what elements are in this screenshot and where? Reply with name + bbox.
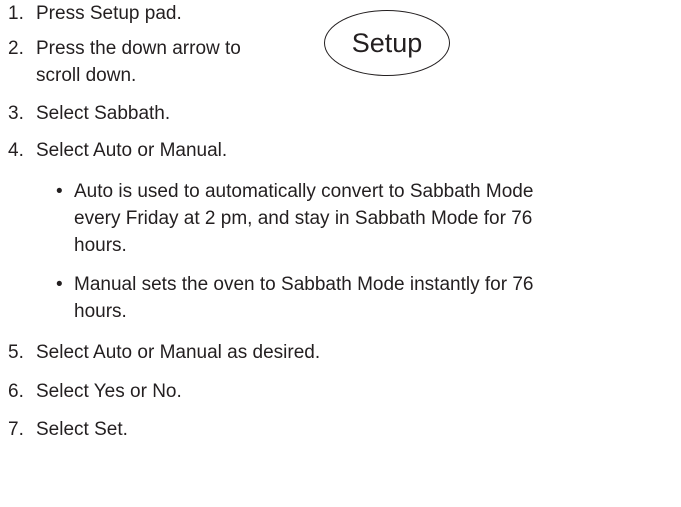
bullet-text: hours. (74, 301, 127, 322)
step-text: Press the down arrow to (36, 38, 241, 59)
step-number: 3. (8, 103, 24, 124)
step-number: 2. (8, 38, 24, 59)
bullet-text: Manual sets the oven to Sabbath Mode ins… (74, 274, 534, 295)
bullet-glyph: • (56, 181, 63, 202)
setup-pad-label: Setup (351, 27, 423, 58)
setup-pad-button: Setup (324, 10, 450, 76)
step-number: 1. (8, 3, 24, 24)
bullet-text: every Friday at 2 pm, and stay in Sabbat… (74, 208, 533, 229)
step-text: Press Setup pad. (36, 3, 182, 24)
bullet-text: Auto is used to automatically convert to… (74, 181, 534, 202)
step-text: scroll down. (36, 65, 137, 86)
step-text: Select Auto or Manual as desired. (36, 342, 321, 363)
step-number: 5. (8, 342, 24, 363)
step-text: Select Yes or No. (36, 381, 182, 402)
step-number: 7. (8, 419, 24, 440)
step-text: Select Auto or Manual. (36, 140, 228, 161)
bullet-glyph: • (56, 274, 63, 295)
step-number: 4. (8, 140, 24, 161)
step-number: 6. (8, 381, 24, 402)
step-text: Select Sabbath. (36, 103, 171, 124)
bullet-text: hours. (74, 235, 127, 256)
step-text: Select Set. (36, 419, 128, 440)
